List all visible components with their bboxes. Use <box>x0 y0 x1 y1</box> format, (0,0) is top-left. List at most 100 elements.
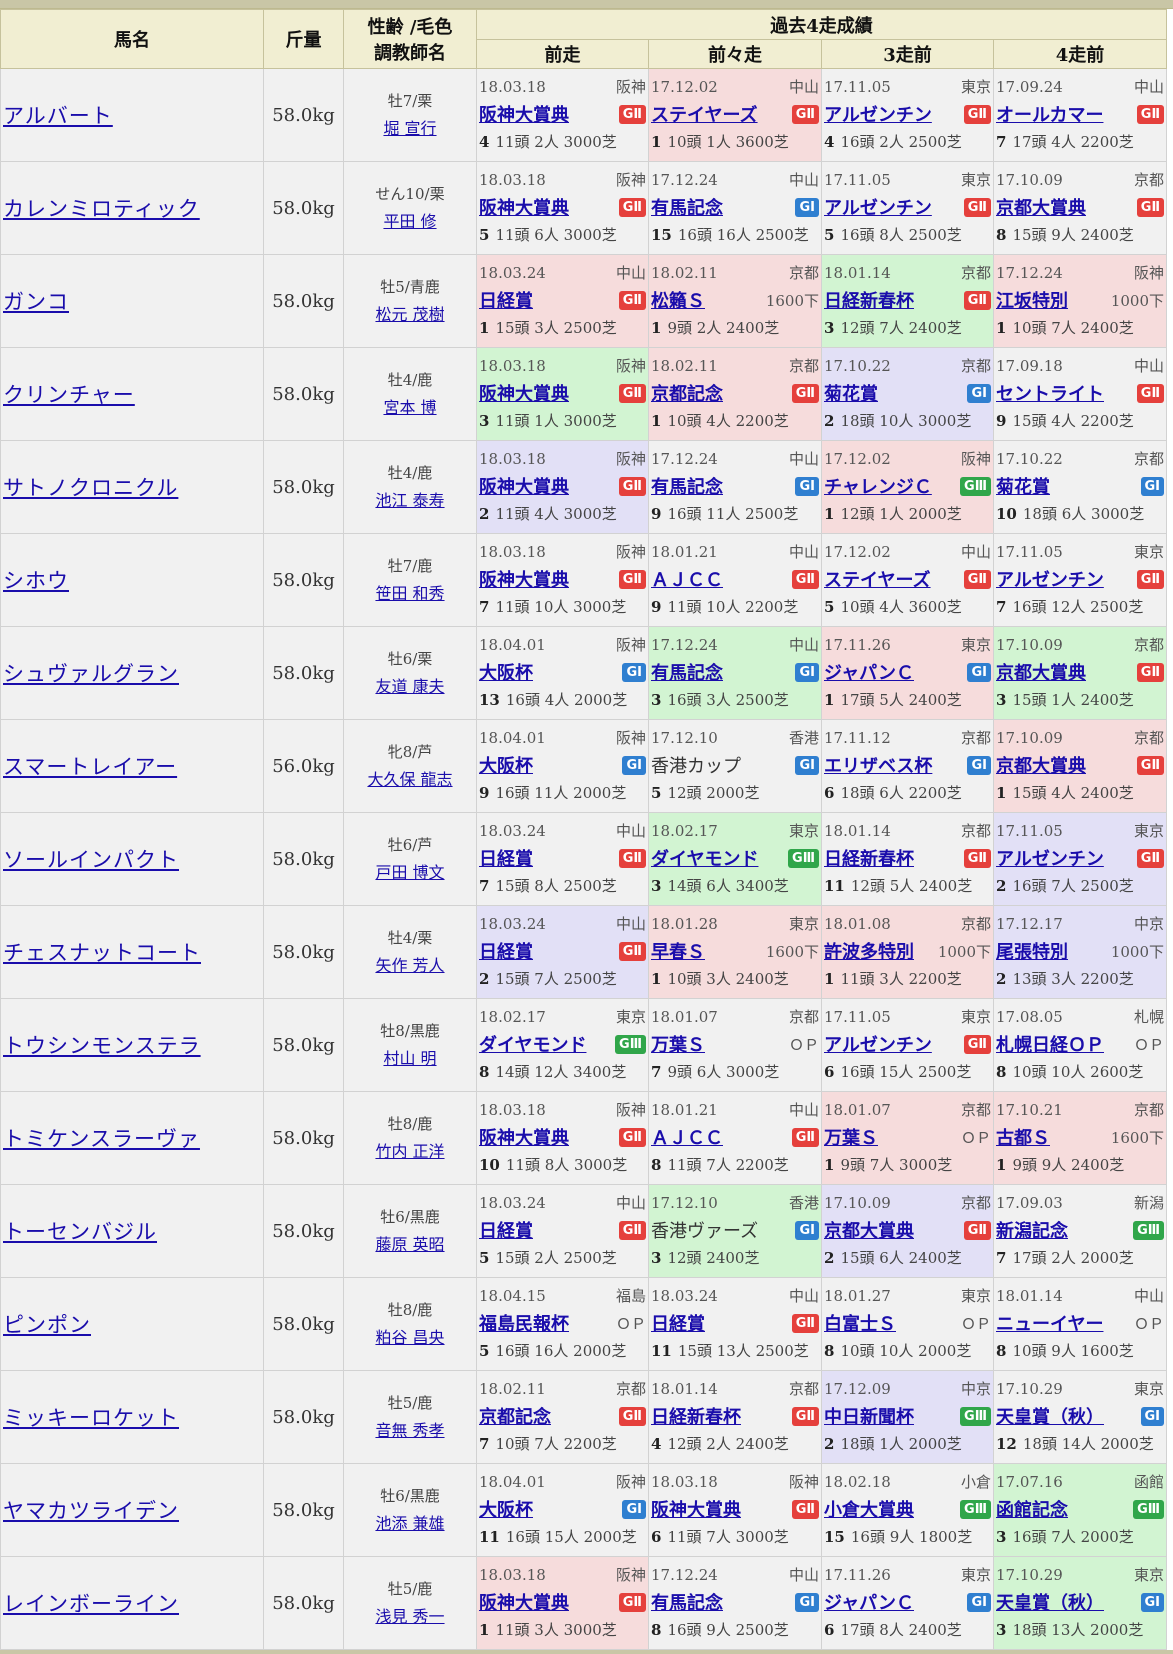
race-name-link[interactable]: 万葉Ｓ <box>824 1124 878 1150</box>
trainer-link[interactable]: 戸田 博文 <box>375 863 444 882</box>
race-name-link[interactable]: 中日新聞杯 <box>824 1403 914 1429</box>
race-name-link[interactable]: 阪神大賞典 <box>479 566 569 592</box>
race-name-link[interactable]: エリザベス杯 <box>824 752 932 778</box>
race-name-link[interactable]: 日経賞 <box>479 1217 533 1243</box>
race-name-link[interactable]: 京都記念 <box>479 1403 551 1429</box>
horse-name-link[interactable]: カレンミロティック <box>3 197 200 221</box>
race-name-link[interactable]: 阪神大賞典 <box>479 473 569 499</box>
race-name-link[interactable]: 阪神大賞典 <box>651 1496 741 1522</box>
race-name-link[interactable]: アルゼンチン <box>996 845 1104 871</box>
horse-name-link[interactable]: トミケンスラーヴァ <box>3 1127 200 1151</box>
race-name-link[interactable]: ステイヤーズ <box>824 566 931 592</box>
horse-name-link[interactable]: アルバート <box>3 104 113 128</box>
race-name-link[interactable]: 日経新春杯 <box>651 1403 741 1429</box>
horse-name-link[interactable]: ソールインパクト <box>3 848 179 872</box>
horse-name-link[interactable]: ヤマカツライデン <box>3 1499 179 1523</box>
trainer-link[interactable]: 藤原 英昭 <box>375 1235 444 1254</box>
race-name-link[interactable]: 有馬記念 <box>651 194 723 220</box>
race-name-link[interactable]: 大阪杯 <box>479 1496 533 1522</box>
race-name-link[interactable]: 函館記念 <box>996 1496 1068 1522</box>
trainer-link[interactable]: 浅見 秀一 <box>375 1607 444 1626</box>
trainer-link[interactable]: 音無 秀孝 <box>375 1421 444 1440</box>
race-name-link[interactable]: 阪神大賞典 <box>479 380 569 406</box>
race-name-link[interactable]: 日経賞 <box>479 287 533 313</box>
race-name-link[interactable]: アルゼンチン <box>824 101 932 127</box>
trainer-link[interactable]: 平田 修 <box>383 212 436 231</box>
race-name-link[interactable]: 万葉Ｓ <box>651 1031 705 1057</box>
race-name-link[interactable]: ジャパンＣ <box>824 659 914 685</box>
horse-name-link[interactable]: スマートレイアー <box>3 755 177 779</box>
race-name-link[interactable]: 有馬記念 <box>651 659 723 685</box>
horse-name-link[interactable]: チェスナットコート <box>3 941 201 965</box>
race-name-link[interactable]: 新潟記念 <box>996 1217 1068 1243</box>
horse-name-link[interactable]: シホウ <box>3 569 69 593</box>
trainer-link[interactable]: 松元 茂樹 <box>375 305 444 324</box>
race-name-link[interactable]: ダイヤモンド <box>479 1031 586 1057</box>
race-name-link[interactable]: アルゼンチン <box>824 194 932 220</box>
race-name-link[interactable]: 菊花賞 <box>824 380 878 406</box>
race-name-link[interactable]: ステイヤーズ <box>651 101 758 127</box>
race-name-link[interactable]: 天皇賞（秋） <box>996 1403 1104 1429</box>
race-name-link[interactable]: 小倉大賞典 <box>824 1496 914 1522</box>
race-name-link[interactable]: 大阪杯 <box>479 752 533 778</box>
race-name-link[interactable]: セントライト <box>996 380 1104 406</box>
horse-name-link[interactable]: クリンチャー <box>3 383 135 407</box>
race-name-link[interactable]: 阪神大賞典 <box>479 1124 569 1150</box>
race-name-link[interactable]: 阪神大賞典 <box>479 101 569 127</box>
race-name-link[interactable]: 日経賞 <box>479 845 533 871</box>
race-name-link[interactable]: 松籟Ｓ <box>651 287 705 313</box>
horse-name-link[interactable]: シュヴァルグラン <box>3 662 179 686</box>
race-name-link[interactable]: 古都Ｓ <box>996 1124 1050 1150</box>
race-name-link[interactable]: 大阪杯 <box>479 659 533 685</box>
race-name-link[interactable]: 京都大賞典 <box>996 752 1086 778</box>
race-name-link[interactable]: 京都大賞典 <box>996 659 1086 685</box>
race-name-link[interactable]: 札幌日経ＯＰ <box>996 1031 1104 1057</box>
trainer-link[interactable]: 矢作 芳人 <box>375 956 444 975</box>
race-name-link[interactable]: 江坂特別 <box>996 287 1068 313</box>
race-name-link[interactable]: 有馬記念 <box>651 473 723 499</box>
race-name-link[interactable]: 京都大賞典 <box>824 1217 914 1243</box>
trainer-link[interactable]: 堀 宣行 <box>383 119 436 138</box>
trainer-link[interactable]: 友道 康夫 <box>375 677 444 696</box>
trainer-link[interactable]: 池添 兼雄 <box>375 1514 444 1533</box>
trainer-link[interactable]: 笹田 和秀 <box>375 584 444 603</box>
race-name-link[interactable]: 日経賞 <box>651 1310 705 1336</box>
race-name-link[interactable]: 日経新春杯 <box>824 287 914 313</box>
race-name-link[interactable]: 菊花賞 <box>996 473 1050 499</box>
race-name-link[interactable]: ＡＪＣＣ <box>651 566 723 592</box>
race-name-link[interactable]: 天皇賞（秋） <box>996 1589 1104 1615</box>
race-name-link[interactable]: ジャパンＣ <box>824 1589 914 1615</box>
race-name-link[interactable]: ニューイヤー <box>996 1310 1103 1336</box>
race-name-link[interactable]: アルゼンチン <box>996 566 1104 592</box>
race-name-link[interactable]: 尾張特別 <box>996 938 1068 964</box>
trainer-link[interactable]: 粕谷 昌央 <box>375 1328 444 1347</box>
trainer-link[interactable]: 村山 明 <box>383 1049 436 1068</box>
race-name-link[interactable]: 白富士Ｓ <box>824 1310 896 1336</box>
trainer-link[interactable]: 宮本 博 <box>383 398 436 417</box>
race-name-link[interactable]: 許波多特別 <box>824 938 914 964</box>
horse-name-link[interactable]: レインボーライン <box>3 1592 179 1616</box>
race-name-link[interactable]: 日経賞 <box>479 938 533 964</box>
race-name-link[interactable]: チャレンジＣ <box>824 473 932 499</box>
race-name-link[interactable]: ＡＪＣＣ <box>651 1124 723 1150</box>
horse-name-link[interactable]: ピンポン <box>3 1313 91 1337</box>
race-name-link[interactable]: 京都大賞典 <box>996 194 1086 220</box>
race-name-link[interactable]: 早春Ｓ <box>651 938 705 964</box>
trainer-link[interactable]: 竹内 正洋 <box>375 1142 444 1161</box>
horse-name-link[interactable]: トウシンモンステラ <box>3 1034 201 1058</box>
race-name-link[interactable]: オールカマー <box>996 101 1103 127</box>
horse-name-link[interactable]: サトノクロニクル <box>3 476 178 500</box>
horse-name-link[interactable]: トーセンバジル <box>3 1220 157 1244</box>
race-name-link[interactable]: 福島民報杯 <box>479 1310 569 1336</box>
race-name-link[interactable]: 京都記念 <box>651 380 723 406</box>
horse-name-link[interactable]: ガンコ <box>3 290 69 314</box>
race-name-link[interactable]: 阪神大賞典 <box>479 194 569 220</box>
trainer-link[interactable]: 池江 泰寿 <box>375 491 444 510</box>
race-name-link[interactable]: ダイヤモンド <box>651 845 758 871</box>
race-name-link[interactable]: 有馬記念 <box>651 1589 723 1615</box>
race-name-link[interactable]: アルゼンチン <box>824 1031 932 1057</box>
race-name-link[interactable]: 日経新春杯 <box>824 845 914 871</box>
trainer-link[interactable]: 大久保 龍志 <box>367 770 452 789</box>
horse-name-link[interactable]: ミッキーロケット <box>3 1406 179 1430</box>
race-name-link[interactable]: 阪神大賞典 <box>479 1589 569 1615</box>
